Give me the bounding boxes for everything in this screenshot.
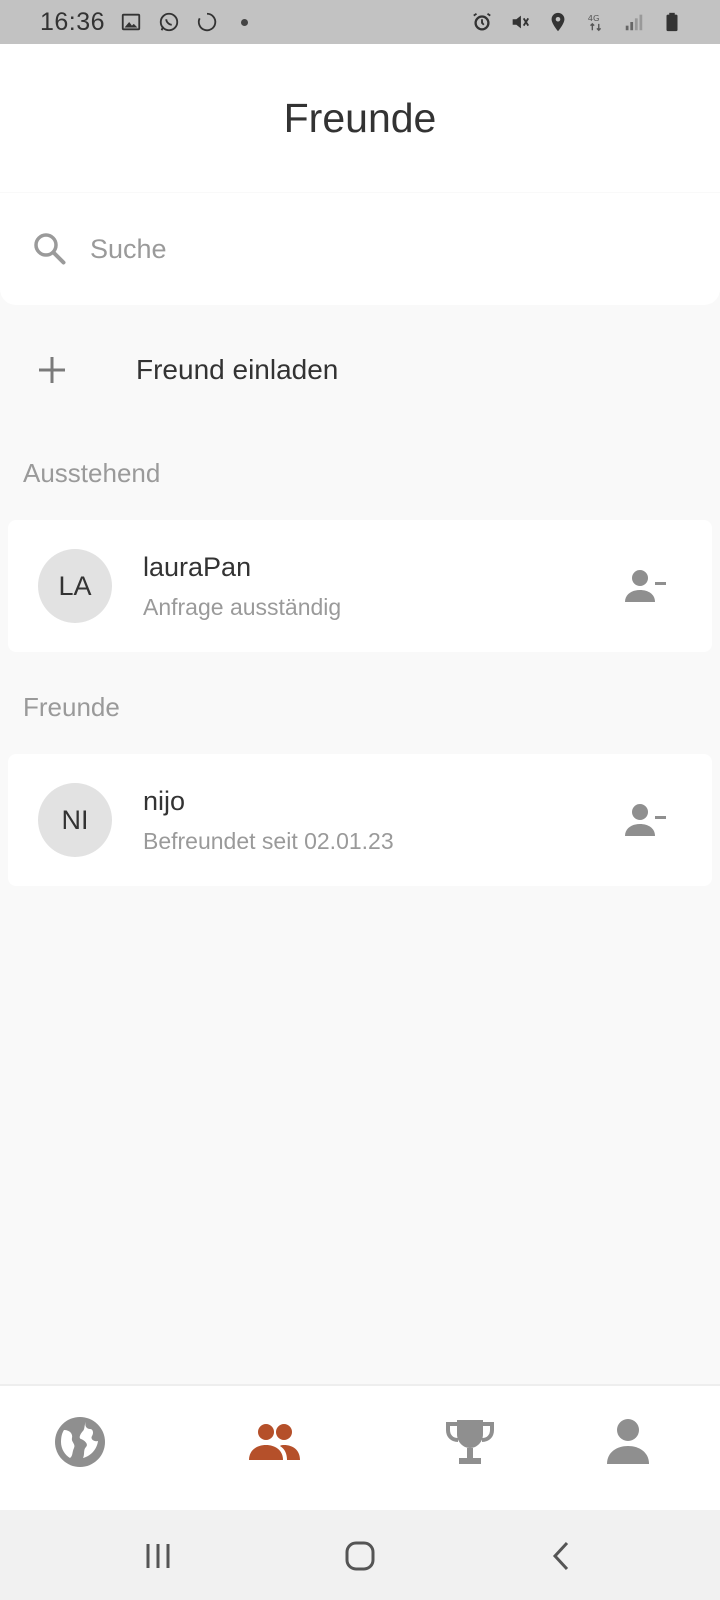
dot-icon bbox=[241, 18, 249, 26]
search-box[interactable] bbox=[0, 193, 720, 305]
sync-circle-icon bbox=[195, 10, 219, 34]
back-button[interactable] bbox=[540, 1534, 584, 1578]
home-button[interactable] bbox=[338, 1534, 382, 1578]
status-bar: 16:36 4G bbox=[0, 0, 720, 44]
home-icon bbox=[345, 1541, 375, 1571]
avatar: LA bbox=[38, 549, 112, 623]
status-time: 16:36 bbox=[40, 7, 106, 36]
friend-name: lauraPan bbox=[143, 552, 252, 582]
section-label-friends: Freunde bbox=[23, 692, 120, 722]
system-nav bbox=[0, 1510, 720, 1600]
section-label-pending: Ausstehend bbox=[23, 458, 161, 488]
remove-friend-icon[interactable] bbox=[624, 568, 668, 604]
nav-friends-tab[interactable] bbox=[244, 1412, 304, 1472]
nav-trophy-tab[interactable] bbox=[440, 1412, 500, 1472]
trophy-icon bbox=[446, 1420, 494, 1464]
avatar: NI bbox=[38, 783, 112, 857]
4g-data-icon: 4G bbox=[584, 10, 608, 34]
recent-apps-button[interactable] bbox=[136, 1534, 180, 1578]
whatsapp-icon bbox=[157, 10, 181, 34]
friend-since: Befreundet seit 02.01.23 bbox=[143, 828, 394, 854]
friend-status: Anfrage ausständig bbox=[143, 594, 342, 620]
mute-icon bbox=[508, 10, 532, 34]
nav-globe-tab[interactable] bbox=[50, 1412, 110, 1472]
page-title: Freunde bbox=[283, 94, 437, 141]
friend-card[interactable]: NI nijo Befreundet seit 02.01.23 bbox=[8, 754, 712, 886]
profile-icon bbox=[607, 1419, 649, 1464]
back-icon bbox=[552, 1541, 569, 1571]
friend-name: nijo bbox=[143, 786, 186, 816]
plus-icon bbox=[36, 354, 68, 386]
invite-friend-button[interactable]: Freund einladen bbox=[0, 330, 720, 410]
search-input[interactable] bbox=[90, 233, 650, 265]
status-left: 16:36 bbox=[40, 7, 249, 37]
recent-apps-icon bbox=[146, 1544, 170, 1568]
invite-friend-label: Freund einladen bbox=[136, 354, 339, 385]
alarm-icon bbox=[470, 10, 494, 34]
screen: 16:36 4G Freunde Suche Freund einladen A… bbox=[0, 0, 720, 1600]
remove-friend-icon[interactable] bbox=[624, 802, 668, 838]
nav-profile-tab[interactable] bbox=[598, 1412, 658, 1472]
svg-text:4G: 4G bbox=[588, 13, 600, 23]
globe-icon bbox=[55, 1417, 105, 1467]
app-header: Freunde bbox=[0, 44, 720, 192]
pending-request-card[interactable]: LA lauraPan Anfrage ausständig bbox=[8, 520, 712, 652]
gallery-icon bbox=[119, 10, 143, 34]
signal-icon bbox=[622, 10, 646, 34]
battery-icon bbox=[660, 10, 684, 34]
location-icon bbox=[546, 10, 570, 34]
status-right: 4G bbox=[470, 10, 684, 34]
bottom-nav bbox=[0, 1384, 720, 1510]
search-icon bbox=[30, 229, 70, 269]
friends-icon bbox=[249, 1424, 300, 1460]
